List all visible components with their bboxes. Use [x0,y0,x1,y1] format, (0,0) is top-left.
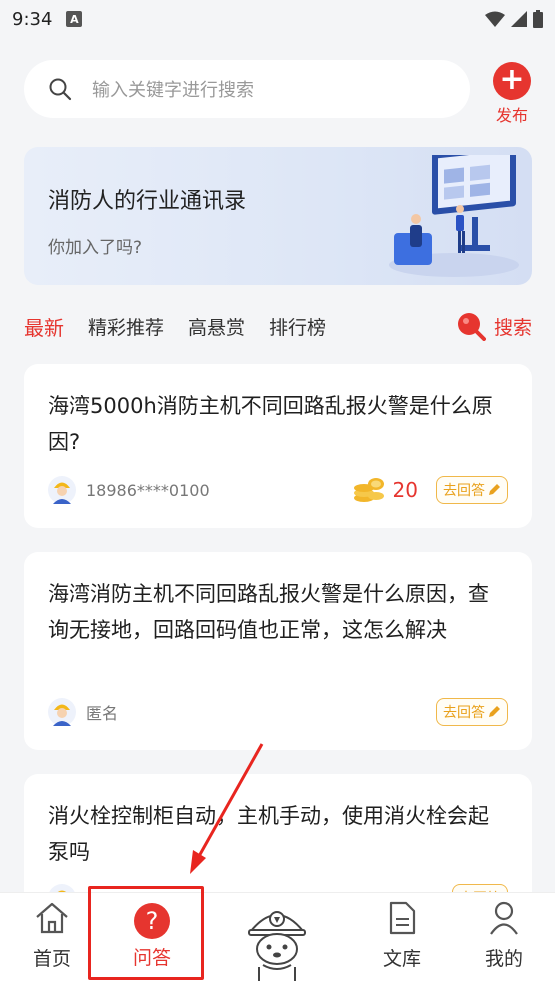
annotation-arrow [190,743,264,874]
